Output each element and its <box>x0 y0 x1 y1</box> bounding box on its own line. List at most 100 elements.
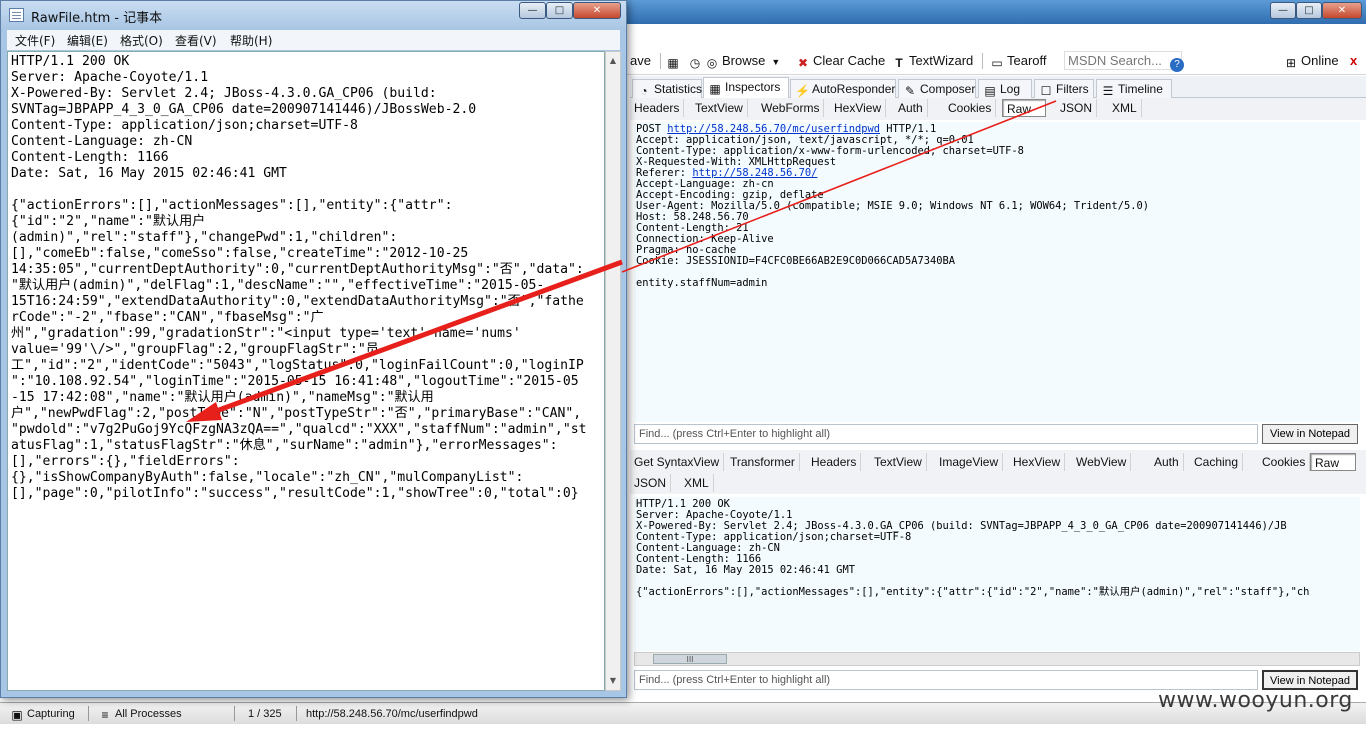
notepad-line: [],"errors":{},"fieldErrors": <box>11 454 240 469</box>
tab-autoresponder[interactable]: ⚡ AutoResponder <box>790 79 896 98</box>
process-filter[interactable]: ≡ All Processes <box>98 706 181 722</box>
notepad-line: 工","id":"2","identCode":"5043","logStatu… <box>11 358 584 373</box>
close-button[interactable]: ✕ <box>1322 2 1362 19</box>
response-tab[interactable]: Cookies <box>1258 453 1311 471</box>
tearoff-button[interactable]: ▭ Tearoff <box>990 52 1047 70</box>
request-raw-pane[interactable]: POST http://58.248.56.70/mc/userfindpwd … <box>634 122 1360 422</box>
notepad-vertical-scrollbar[interactable]: ▲ ▼ <box>605 51 621 691</box>
request-tab[interactable]: WebForms <box>757 99 825 117</box>
request-find-input[interactable]: Find... (press Ctrl+Enter to highlight a… <box>634 424 1258 444</box>
notepad-line: 15T16:24:59","extendDataAuthority":0,"ex… <box>11 294 584 309</box>
tab-composer[interactable]: ✎ Composer <box>898 79 976 98</box>
tab-timeline[interactable]: ☰ Timeline <box>1096 79 1172 98</box>
online-label: Online <box>1301 53 1339 68</box>
response-tab[interactable]: XML <box>680 474 714 492</box>
notepad-title: RawFile.htm - 记事本 <box>31 11 163 26</box>
help-icon[interactable]: ? <box>1170 52 1187 72</box>
online-indicator[interactable]: ⊞ Online <box>1284 52 1339 70</box>
response-tabs: Get SyntaxView Transformer Headers TextV… <box>630 450 1366 494</box>
request-tab[interactable]: Headers <box>630 99 685 117</box>
request-tab[interactable]: JSON <box>1056 99 1098 117</box>
notepad-line: "默认用户(admin)","delFlag":1,"descName":"",… <box>11 278 545 293</box>
close-toolbar-icon[interactable]: x <box>1350 52 1357 70</box>
replay-button[interactable]: ▦ <box>666 52 683 70</box>
response-tab[interactable]: WebView <box>1072 453 1132 471</box>
request-tab[interactable]: Auth <box>894 99 928 117</box>
menu-edit[interactable]: 编辑(E) <box>67 32 108 49</box>
notepad-close-button[interactable]: ✕ <box>573 2 621 19</box>
notepad-minimize-button[interactable]: — <box>519 2 546 19</box>
menu-view[interactable]: 查看(V) <box>175 32 217 49</box>
request-body: entity.staffNum=admin <box>636 277 768 289</box>
request-tab[interactable]: HexView <box>830 99 887 117</box>
notepad-line: atusFlag":1,"statusFlagStr":"休息","surNam… <box>11 438 558 453</box>
save-button[interactable]: ave <box>630 52 651 70</box>
tab-statistics[interactable]: ◔ Statistics <box>632 79 702 98</box>
textwizard-label: TextWizard <box>909 53 974 68</box>
menu-format[interactable]: 格式(O) <box>120 32 163 49</box>
dropdown-icon: ▼ <box>771 57 781 67</box>
notepad-line: Date: Sat, 16 May 2015 02:46:41 GMT <box>11 166 287 181</box>
tab-log[interactable]: ▤ Log <box>978 79 1032 98</box>
log-icon: ▤ <box>984 84 996 98</box>
tearoff-label: Tearoff <box>1007 53 1047 68</box>
scroll-up-icon[interactable]: ▲ <box>606 54 620 68</box>
browse-button[interactable]: ◷ ◎ Browse ▼ <box>688 52 781 70</box>
response-tab[interactable]: Caching <box>1190 453 1244 471</box>
notepad-maximize-button[interactable]: □ <box>546 2 573 19</box>
notepad-line: X-Powered-By: Servlet 2.4; JBoss-4.3.0.G… <box>11 86 437 101</box>
notepad-text-area[interactable]: HTTP/1.1 200 OK Server: Apache-Coyote/1.1… <box>7 51 605 691</box>
tab-filters[interactable]: ☐ Filters <box>1034 79 1094 98</box>
response-tab[interactable]: TextView <box>870 453 927 471</box>
composer-icon: ✎ <box>904 84 916 98</box>
response-tab[interactable]: ImageView <box>935 453 1004 471</box>
request-view-in-notepad-button[interactable]: View in Notepad <box>1262 424 1358 444</box>
clear-cache-button[interactable]: ✖ Clear Cache <box>796 52 885 70</box>
response-tab[interactable]: Auth <box>1150 453 1184 471</box>
response-tab[interactable]: Get SyntaxView <box>630 453 725 471</box>
response-tab[interactable]: Transformer <box>726 453 800 471</box>
notepad-line: 14:35:05","currentDeptAuthority":0,"curr… <box>11 262 584 277</box>
menu-file[interactable]: 文件(F) <box>15 32 55 49</box>
request-tab[interactable]: Cookies <box>944 99 997 117</box>
textwizard-icon: T <box>895 56 903 70</box>
response-tab[interactable]: Headers <box>807 453 862 471</box>
clock-icon: ◷ <box>689 56 701 70</box>
notepad-menubar: 文件(F) 编辑(E) 格式(O) 查看(V) 帮助(H) <box>7 30 620 50</box>
response-tab-raw[interactable]: Raw <box>1310 453 1356 471</box>
response-tab[interactable]: HexView <box>1009 453 1066 471</box>
notepad-line: 户","newPwdFlag":2,"postType":"N","postTy… <box>11 406 582 421</box>
request-tabs: Headers TextView WebForms HexView Auth C… <box>630 98 1366 120</box>
msdn-search-input[interactable]: MSDN Search... <box>1064 51 1182 70</box>
menu-help[interactable]: 帮助(H) <box>230 32 272 49</box>
header-line: Cookie: JSESSIONID=F4CFC0BE66AB2E9C0D066… <box>636 255 956 267</box>
request-tab[interactable]: TextView <box>691 99 748 117</box>
watermark: www.wooyun.org <box>1158 688 1353 713</box>
textwizard-button[interactable]: T TextWizard <box>892 52 973 70</box>
session-count: 1 / 325 <box>248 708 282 720</box>
lightning-icon: ⚡ <box>795 84 810 98</box>
notepad-line <box>11 182 601 198</box>
notepad-line: value='99'\/>","groupFlag":2,"groupFlagS… <box>11 342 379 357</box>
scroll-down-icon[interactable]: ▼ <box>606 674 620 688</box>
notepad-line: HTTP/1.1 200 OK <box>11 54 130 69</box>
notepad-app-icon <box>9 8 24 22</box>
request-tab-raw[interactable]: Raw <box>1002 99 1046 117</box>
maximize-button[interactable]: □ <box>1296 2 1322 19</box>
notepad-line: SVNTag=JBPAPP_4_3_0_GA_CP06 date=2009071… <box>11 102 477 117</box>
response-view-in-notepad-button[interactable]: View in Notepad <box>1262 670 1358 690</box>
scrollbar-thumb[interactable]: III <box>653 654 727 664</box>
request-tab[interactable]: XML <box>1108 99 1142 117</box>
notepad-line: {"actionErrors":[],"actionMessages":[],"… <box>11 198 453 213</box>
clear-cache-label: Clear Cache <box>813 53 886 68</box>
notepad-line: {"id":"2","name":"默认用户 <box>11 214 206 229</box>
minimize-button[interactable]: — <box>1270 2 1296 19</box>
response-raw-pane[interactable]: HTTP/1.1 200 OK Server: Apache-Coyote/1.… <box>634 497 1360 651</box>
process-icon: ≡ <box>101 708 109 722</box>
capturing-toggle[interactable]: ▣ Capturing <box>10 706 74 722</box>
tab-inspectors[interactable]: ▦ Inspectors <box>703 77 789 98</box>
notepad-line: (admin)","rel":"staff"},"changePwd":1,"c… <box>11 230 398 245</box>
response-find-input[interactable]: Find... (press Ctrl+Enter to highlight a… <box>634 670 1258 690</box>
response-tab[interactable]: JSON <box>630 474 672 492</box>
response-horizontal-scrollbar[interactable]: III <box>634 652 1360 666</box>
